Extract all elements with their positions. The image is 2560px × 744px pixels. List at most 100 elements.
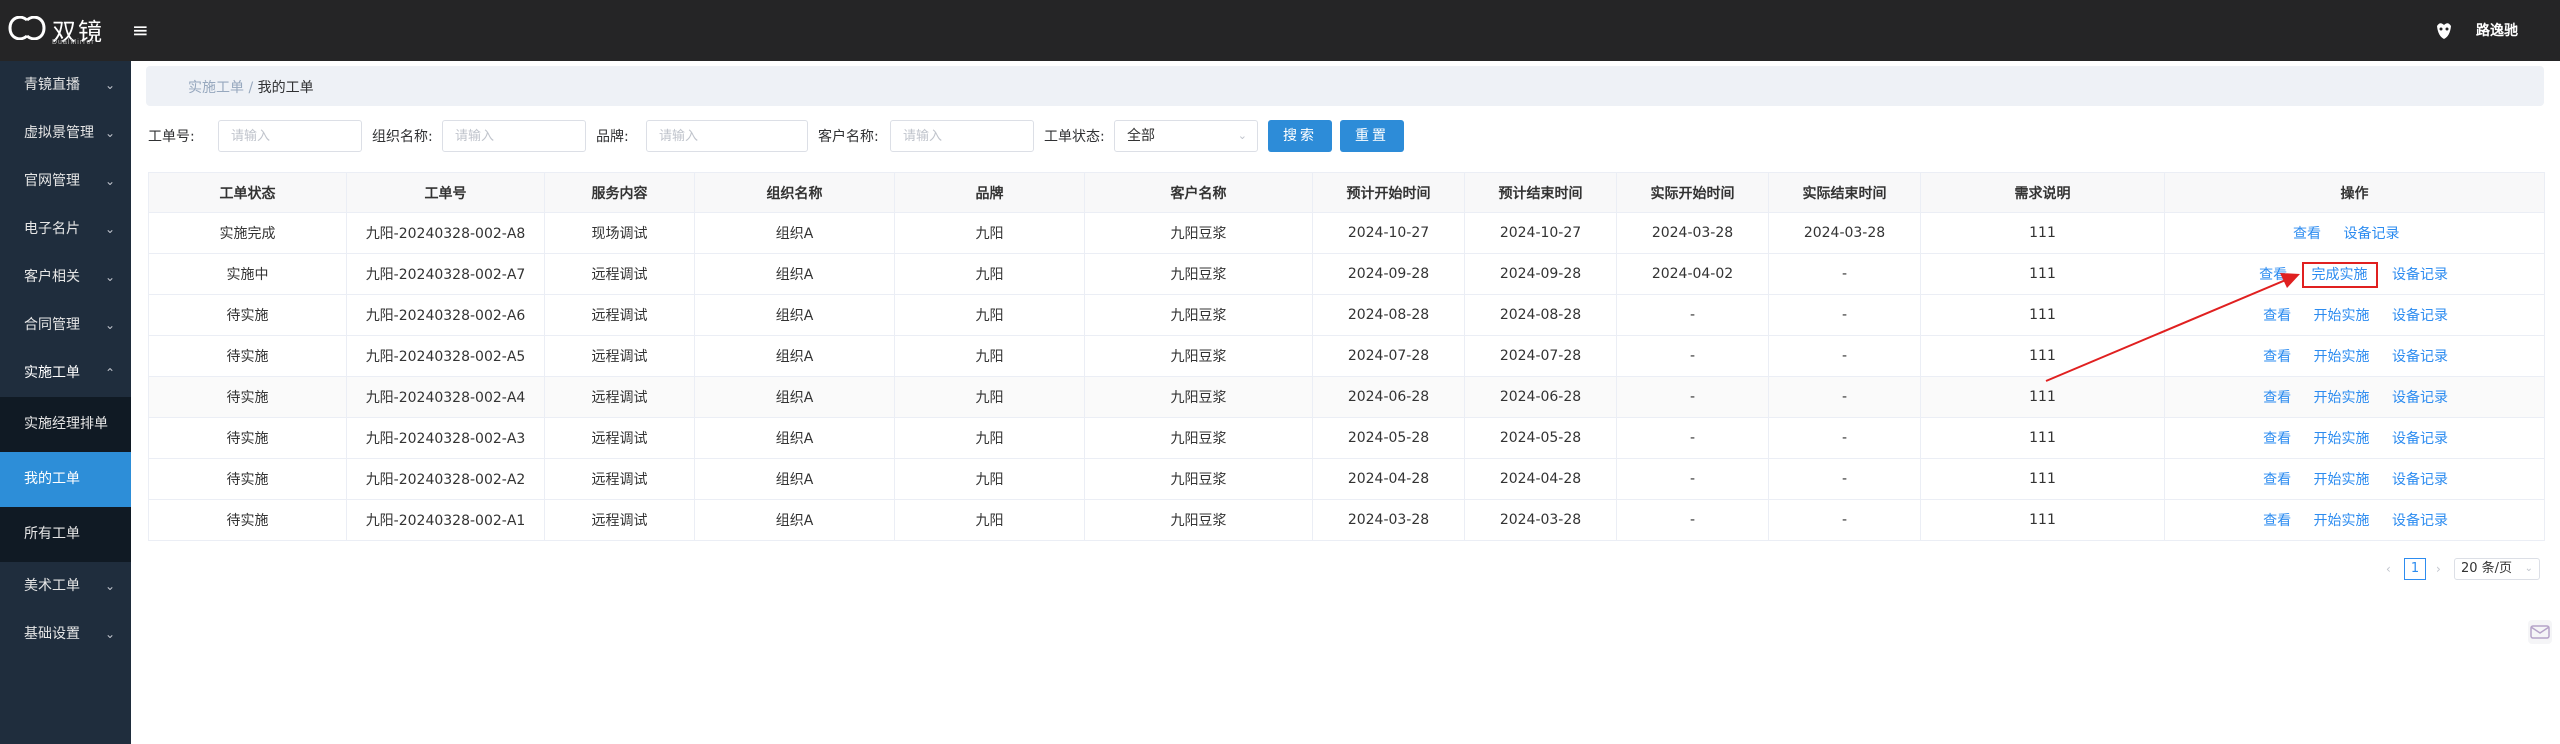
cell-actual-end: 2024-03-28 [1768, 212, 1921, 254]
device-record-link[interactable]: 设备记录 [2392, 308, 2448, 324]
sidebar-item-contract[interactable]: 合同管理 ⌄ [0, 301, 131, 349]
col-header-org: 组织名称 [694, 172, 895, 213]
view-link[interactable]: 查看 [2263, 472, 2291, 488]
cell-order-no: 九阳-20240328-002-A2 [346, 458, 545, 500]
cell-customer: 九阳豆浆 [1084, 499, 1313, 541]
view-link[interactable]: 查看 [2259, 267, 2287, 283]
reset-button[interactable]: 重置 [1340, 120, 1404, 152]
breadcrumb-current: 我的工单 [257, 80, 314, 96]
cell-plan-start: 2024-05-28 [1312, 417, 1465, 459]
sidebar-item-virtual-scene[interactable]: 虚拟景管理 ⌄ [0, 109, 131, 157]
cell-org: 组织A [694, 212, 895, 254]
sidebar-item-ecard[interactable]: 电子名片 ⌄ [0, 205, 131, 253]
device-record-link[interactable]: 设备记录 [2392, 390, 2448, 406]
table-row: 待实施 九阳-20240328-002-A5 远程调试 组织A 九阳 九阳豆浆 … [148, 335, 2545, 377]
page-number-current[interactable]: 1 [2404, 558, 2426, 580]
menu-toggle-icon[interactable]: ≡ [132, 18, 149, 42]
chevron-down-icon: ⌄ [104, 126, 115, 140]
view-link[interactable]: 查看 [2293, 226, 2321, 242]
cell-customer: 九阳豆浆 [1084, 417, 1313, 459]
cell-org: 组织A [694, 335, 895, 377]
org-name-input[interactable] [442, 120, 586, 152]
view-link[interactable]: 查看 [2263, 431, 2291, 447]
cell-actual-start: 2024-04-02 [1616, 253, 1769, 295]
prev-page-icon[interactable]: ‹ [2386, 558, 2391, 580]
cell-plan-end: 2024-10-27 [1464, 212, 1617, 254]
user-avatar-icon[interactable] [2432, 18, 2456, 42]
cell-service: 远程调试 [544, 458, 695, 500]
cell-brand: 九阳 [894, 417, 1085, 459]
orders-table: 工单状态 工单号 服务内容 组织名称 品牌 客户名称 预计开始时间 预计结束时间… [148, 172, 2545, 541]
user-name[interactable]: 路逸驰 [2476, 20, 2518, 40]
cell-actual-start: - [1616, 458, 1769, 500]
sidebar-item-label: 合同管理 [24, 317, 80, 333]
brand-input[interactable] [646, 120, 808, 152]
cell-org: 组织A [694, 294, 895, 336]
start-implementation-link[interactable]: 开始实施 [2314, 390, 2370, 406]
sidebar-item-art-orders[interactable]: 美术工单 ⌄ [0, 562, 131, 610]
next-page-icon[interactable]: › [2436, 558, 2441, 580]
device-record-link[interactable]: 设备记录 [2392, 431, 2448, 447]
cell-plan-start: 2024-06-28 [1312, 376, 1465, 418]
complete-implementation-link[interactable]: 完成实施 [2301, 262, 2378, 288]
search-button[interactable]: 搜索 [1268, 120, 1332, 152]
order-no-input[interactable] [218, 120, 362, 152]
view-link[interactable]: 查看 [2263, 349, 2291, 365]
col-header-actions: 操作 [2164, 172, 2545, 213]
cell-plan-end: 2024-06-28 [1464, 376, 1617, 418]
view-link[interactable]: 查看 [2263, 513, 2291, 529]
cell-plan-end: 2024-03-28 [1464, 499, 1617, 541]
status-select[interactable]: 全部 ⌄ [1114, 120, 1258, 152]
message-icon[interactable] [2528, 620, 2552, 644]
cell-customer: 九阳豆浆 [1084, 253, 1313, 295]
cell-actual-end: - [1768, 499, 1921, 541]
start-implementation-link[interactable]: 开始实施 [2314, 349, 2370, 365]
sidebar: 青镜直播 ⌄ 虚拟景管理 ⌄ 官网管理 ⌄ 电子名片 ⌄ 客户相关 ⌄ 合同管理 ⌄ 实施工… [0, 61, 131, 744]
start-implementation-link[interactable]: 开始实施 [2314, 308, 2370, 324]
sidebar-item-customer[interactable]: 客户相关 ⌄ [0, 253, 131, 301]
col-header-status: 工单状态 [148, 172, 347, 213]
table-row: 待实施 九阳-20240328-002-A6 远程调试 组织A 九阳 九阳豆浆 … [148, 294, 2545, 336]
device-record-link[interactable]: 设备记录 [2392, 472, 2448, 488]
breadcrumb-parent[interactable]: 实施工单 [188, 80, 244, 96]
cell-customer: 九阳豆浆 [1084, 294, 1313, 336]
sidebar-item-live[interactable]: 青镜直播 ⌄ [0, 61, 131, 109]
start-implementation-link[interactable]: 开始实施 [2314, 472, 2370, 488]
cell-status: 待实施 [148, 376, 347, 418]
chevron-down-icon: ⌄ [2524, 563, 2533, 574]
cell-actual-end: - [1768, 458, 1921, 500]
col-header-service: 服务内容 [544, 172, 695, 213]
view-link[interactable]: 查看 [2263, 390, 2291, 406]
sidebar-item-implementation[interactable]: 实施工单 ⌃ [0, 349, 131, 397]
customer-name-input[interactable] [890, 120, 1034, 152]
device-record-link[interactable]: 设备记录 [2392, 267, 2448, 283]
sidebar-subitem-my-orders[interactable]: 我的工单 [0, 452, 131, 507]
sidebar-item-basic-settings[interactable]: 基础设置 ⌄ [0, 610, 131, 658]
sidebar-subitem-all-orders[interactable]: 所有工单 [0, 507, 131, 562]
sidebar-item-website[interactable]: 官网管理 ⌄ [0, 157, 131, 205]
table-row: 待实施 九阳-20240328-002-A4 远程调试 组织A 九阳 九阳豆浆 … [148, 376, 2545, 418]
page-size-select[interactable]: 20 条/页 ⌄ [2454, 558, 2540, 580]
device-record-link[interactable]: 设备记录 [2392, 513, 2448, 529]
cell-brand: 九阳 [894, 294, 1085, 336]
col-header-plan-end: 预计结束时间 [1464, 172, 1617, 213]
brand-label: 品牌: [596, 129, 629, 145]
cell-status: 实施中 [148, 253, 347, 295]
cell-service: 远程调试 [544, 499, 695, 541]
view-link[interactable]: 查看 [2263, 308, 2291, 324]
sidebar-subitem-manager-schedule[interactable]: 实施经理排单 [0, 397, 131, 452]
chevron-down-icon: ⌄ [104, 78, 115, 92]
sidebar-subitem-label: 我的工单 [24, 471, 80, 487]
cell-actions: 查看 开始实施 设备记录 [2164, 376, 2545, 418]
start-implementation-link[interactable]: 开始实施 [2314, 513, 2370, 529]
device-record-link[interactable]: 设备记录 [2343, 226, 2399, 242]
cell-note: 111 [1920, 499, 2165, 541]
cell-status: 待实施 [148, 458, 347, 500]
cell-actions: 查看 开始实施 设备记录 [2164, 458, 2545, 500]
sidebar-item-label: 客户相关 [24, 269, 80, 285]
cell-order-no: 九阳-20240328-002-A5 [346, 335, 545, 377]
col-header-brand: 品牌 [894, 172, 1085, 213]
device-record-link[interactable]: 设备记录 [2392, 349, 2448, 365]
start-implementation-link[interactable]: 开始实施 [2314, 431, 2370, 447]
chevron-down-icon: ⌄ [104, 174, 115, 188]
